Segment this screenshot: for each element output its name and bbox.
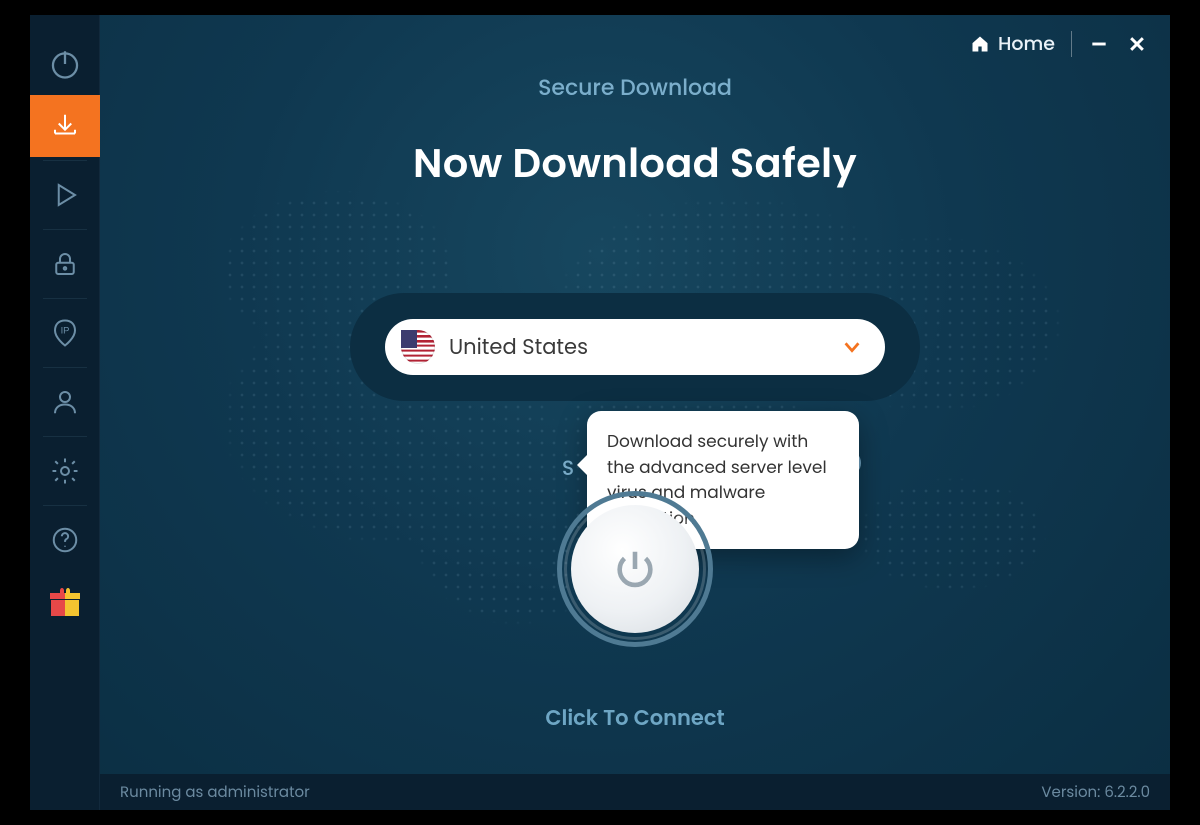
home-label: Home: [998, 29, 1055, 58]
sidebar-item-settings[interactable]: [30, 440, 100, 502]
sidebar-item-power[interactable]: [30, 33, 100, 95]
sidebar-item-ip[interactable]: IP: [30, 302, 100, 364]
sidebar-item-help[interactable]: [30, 509, 100, 571]
connect-button[interactable]: [571, 505, 699, 633]
help-icon: [50, 525, 80, 555]
sidebar-divider: [43, 298, 87, 299]
sidebar-divider: [43, 505, 87, 506]
country-select[interactable]: United States: [385, 319, 885, 375]
status-text: Running as administrator: [120, 781, 310, 804]
connect-label: Click To Connect: [100, 703, 1170, 734]
close-icon: [1127, 34, 1147, 54]
sidebar-item-lock[interactable]: [30, 233, 100, 295]
home-link[interactable]: Home: [970, 29, 1055, 58]
country-selected-label: United States: [449, 332, 841, 363]
secure-row-label-peek: S: [562, 453, 574, 483]
page-subtitle: Secure Download: [100, 71, 1170, 104]
gear-icon: [50, 456, 80, 486]
sidebar-divider: [43, 229, 87, 230]
country-selector-container: United States: [350, 293, 920, 401]
sidebar-item-download[interactable]: [30, 95, 100, 157]
separator: [1071, 31, 1072, 57]
ip-icon: IP: [50, 318, 80, 348]
minimize-button[interactable]: [1088, 33, 1110, 55]
page-title: Now Download Safely: [100, 133, 1170, 193]
minimize-icon: [1089, 34, 1109, 54]
profile-icon: [50, 387, 80, 417]
close-button[interactable]: [1126, 33, 1148, 55]
download-icon: [50, 111, 80, 141]
sidebar-item-gift[interactable]: [30, 571, 100, 633]
window-controls: Home: [970, 29, 1148, 58]
svg-text:IP: IP: [60, 326, 69, 336]
main-area: Home Secure Download Now Download Safely…: [100, 15, 1170, 810]
sidebar-divider: [43, 160, 87, 161]
chevron-down-icon: [841, 336, 863, 358]
sidebar: IP: [30, 15, 100, 810]
play-icon: [50, 180, 80, 210]
sidebar-item-profile[interactable]: [30, 371, 100, 433]
us-flag-icon: [401, 330, 435, 364]
sidebar-divider: [43, 367, 87, 368]
sidebar-divider: [43, 436, 87, 437]
sidebar-item-play[interactable]: [30, 164, 100, 226]
lock-icon: [50, 249, 80, 279]
app-window: IP Home: [30, 15, 1170, 810]
status-bar: Running as administrator Version: 6.2.2.…: [100, 774, 1170, 810]
gift-icon: [50, 588, 80, 616]
power-icon: [612, 546, 658, 592]
version-text: Version: 6.2.2.0: [1041, 781, 1150, 804]
power-icon: [48, 47, 82, 81]
home-icon: [970, 34, 990, 54]
